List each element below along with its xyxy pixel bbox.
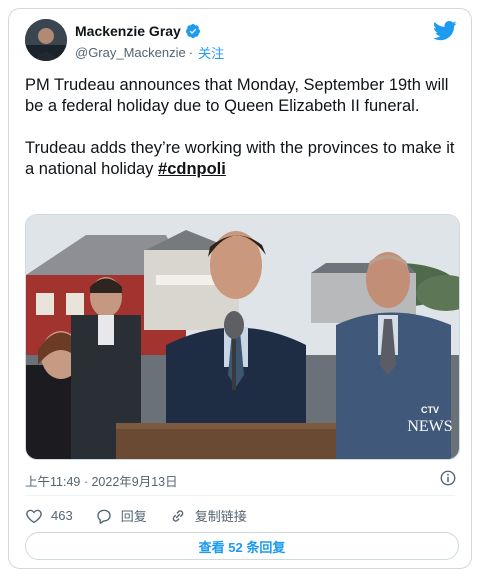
ctv-logo-bottom: NEWS xyxy=(407,418,452,435)
reply-label: 回复 xyxy=(120,509,147,524)
avatar[interactable] xyxy=(25,19,67,61)
author-handle-row: @Gray_Mackenzie · 关注 xyxy=(75,43,224,62)
ctv-logo-top: CTV xyxy=(421,405,439,415)
author-handle[interactable]: @Gray_Mackenzie xyxy=(75,45,186,60)
tweet-card: Mackenzie Gray @Gray_Mackenzie · 关注 PM T… xyxy=(8,8,472,569)
like-count: 463 xyxy=(51,508,73,523)
like-button[interactable]: 463 xyxy=(25,507,73,525)
tweet-paragraph-2: Trudeau adds they’re working with the pr… xyxy=(25,138,459,180)
divider xyxy=(25,495,455,496)
tweet-paragraph-2-text: Trudeau adds they’re working with the pr… xyxy=(25,139,455,178)
reply-bubble-icon xyxy=(97,509,111,524)
tweet-text: PM Trudeau announces that Monday, Septem… xyxy=(25,75,459,180)
heart-icon xyxy=(26,509,42,523)
follow-button[interactable]: 关注 xyxy=(198,43,224,62)
tweet-timestamp[interactable]: 上午11:49 · 2022年9月13日 xyxy=(25,471,178,490)
twitter-bird-icon[interactable] xyxy=(433,21,457,41)
reply-button[interactable]: 回复 xyxy=(95,506,147,525)
copy-link-button[interactable]: 复制链接 xyxy=(169,506,247,525)
link-icon xyxy=(172,509,184,522)
tweet-paragraph-1: PM Trudeau announces that Monday, Septem… xyxy=(25,76,449,115)
tweet-actions: 463 回复 复制链接 xyxy=(25,506,269,525)
info-icon[interactable] xyxy=(439,469,457,487)
tweet-media-photo[interactable]: CTV NEWS xyxy=(25,214,460,460)
handle-separator: · xyxy=(188,45,194,60)
copy-link-label: 复制链接 xyxy=(194,509,247,524)
hashtag-link[interactable]: #cdnpoli xyxy=(158,160,226,178)
view-replies-button[interactable]: 查看 52 条回复 xyxy=(25,532,459,560)
author-name-row: Mackenzie Gray xyxy=(75,23,201,39)
verified-badge-icon xyxy=(185,24,200,39)
author-display-name[interactable]: Mackenzie Gray xyxy=(75,23,181,39)
